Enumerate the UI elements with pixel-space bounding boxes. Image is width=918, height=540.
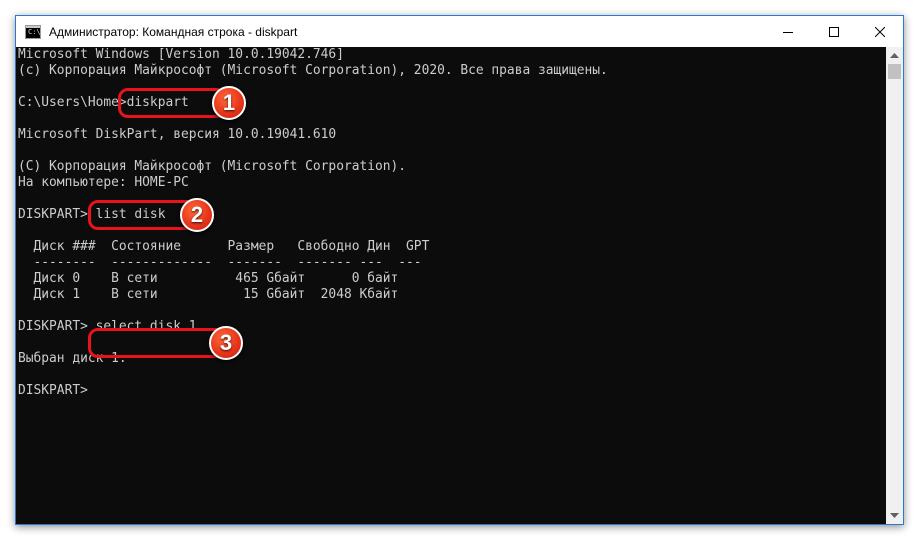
console-output[interactable]: Microsoft Windows [Version 10.0.19042.74…: [16, 47, 885, 524]
step-badge-1: 1: [212, 86, 246, 120]
highlight-diskpart-command: [118, 88, 226, 118]
scroll-down-icon: [890, 512, 899, 518]
maximize-icon: [829, 26, 839, 37]
close-button[interactable]: [857, 16, 903, 47]
console-line: Microsoft DiskPart, версия 10.0.19041.61…: [18, 127, 337, 142]
console-line: DISKPART>: [18, 383, 88, 398]
maximize-button[interactable]: [811, 16, 857, 47]
scrollbar-thumb[interactable]: [888, 64, 901, 79]
cmd-icon: C:\: [25, 24, 41, 39]
title-bar[interactable]: C:\ Администратор: Командная строка - di…: [16, 16, 903, 47]
console-line: На компьютере: HOME-PC: [18, 175, 189, 190]
console-line: (C) Корпорация Майкрософт (Microsoft Cor…: [18, 159, 407, 174]
close-icon: [875, 26, 885, 37]
console-window: C:\ Администратор: Командная строка - di…: [15, 15, 904, 525]
step-badge-3: 3: [209, 326, 243, 360]
window-title: Администратор: Командная строка - diskpa…: [49, 24, 298, 39]
console-line: Диск ### Состояние Размер Свободно Дин G…: [18, 239, 430, 254]
scroll-up-icon: [890, 52, 899, 58]
console-line: Диск 0 В сети 465 Gбайт 0 байт: [18, 271, 399, 286]
step-badge-2: 2: [180, 198, 214, 232]
scroll-up-button[interactable]: [886, 47, 903, 64]
minimize-button[interactable]: [765, 16, 811, 47]
window-controls: [765, 16, 903, 47]
vertical-scrollbar[interactable]: [886, 47, 903, 524]
console-line: -------- ------------- ------- ------- -…: [18, 255, 422, 270]
minimize-icon: [783, 31, 793, 33]
console-line: Диск 1 В сети 15 Gбайт 2048 Kбайт: [18, 287, 399, 302]
console-line: (c) Корпорация Майкрософт (Microsoft Cor…: [18, 63, 608, 78]
console-line: Microsoft Windows [Version 10.0.19042.74…: [18, 47, 344, 62]
scroll-down-button[interactable]: [886, 507, 903, 524]
